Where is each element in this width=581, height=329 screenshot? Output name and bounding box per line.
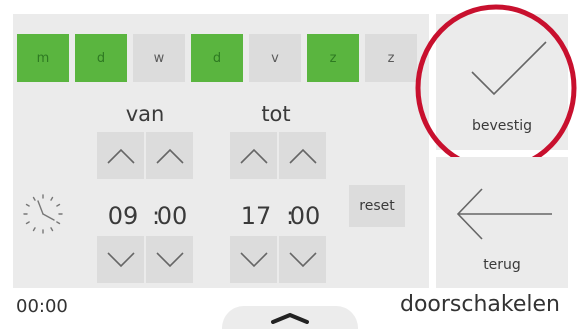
from-hours-up-button[interactable]	[97, 132, 144, 179]
day-toggle-thu[interactable]: d	[191, 34, 243, 82]
chevron-up-icon	[271, 313, 309, 324]
chevron-up-icon	[155, 148, 184, 164]
to-hours-up-button[interactable]	[230, 132, 277, 179]
chevron-up-icon	[106, 148, 135, 164]
back-label: terug	[483, 257, 521, 273]
chevron-down-icon	[155, 251, 184, 267]
chevron-up-icon	[288, 148, 317, 164]
arrow-left-icon	[456, 188, 552, 240]
to-minutes-down-button[interactable]	[279, 236, 326, 283]
chevron-down-icon	[239, 251, 268, 267]
page-title: doorschakelen	[400, 292, 560, 317]
from-hours-down-button[interactable]	[97, 236, 144, 283]
from-minutes-down-button[interactable]	[146, 236, 193, 283]
schedule-panel: m d w d v z z van tot 09: 00 17: 00	[13, 14, 429, 288]
chevron-up-icon	[239, 148, 268, 164]
from-minutes-up-button[interactable]	[146, 132, 193, 179]
to-label: tot	[261, 102, 291, 126]
day-toggle-wed[interactable]: w	[133, 34, 185, 82]
from-label: van	[125, 102, 165, 126]
reset-button[interactable]: reset	[349, 185, 405, 227]
day-toggle-tue[interactable]: d	[75, 34, 127, 82]
pull-up-tab[interactable]	[222, 306, 358, 329]
current-time: 00:00	[16, 296, 68, 317]
day-toggle-sun[interactable]: z	[365, 34, 417, 82]
from-minutes-value: 00	[156, 202, 188, 230]
chevron-down-icon	[288, 251, 317, 267]
day-toggle-sat[interactable]: z	[307, 34, 359, 82]
clock-icon	[21, 192, 65, 236]
day-toggle-mon[interactable]: m	[17, 34, 69, 82]
from-hours-value: 09	[107, 202, 139, 230]
to-hours-down-button[interactable]	[230, 236, 277, 283]
to-hours-value: 17	[240, 202, 272, 230]
to-minutes-value: 00	[289, 202, 321, 230]
chevron-down-icon	[106, 251, 135, 267]
to-minutes-up-button[interactable]	[279, 132, 326, 179]
back-button[interactable]: terug	[436, 157, 568, 288]
day-toggle-fri[interactable]: v	[249, 34, 301, 82]
